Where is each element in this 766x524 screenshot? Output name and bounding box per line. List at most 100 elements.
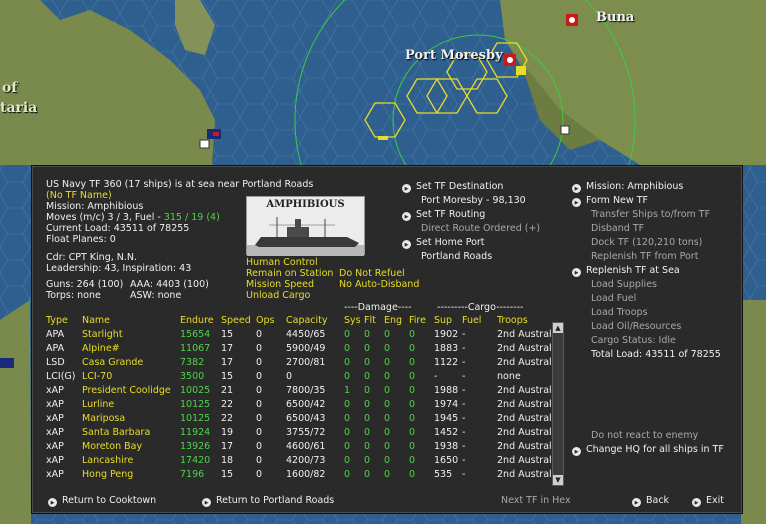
- cell-endure: 11067: [180, 343, 211, 354]
- cell-ops: 0: [256, 371, 263, 382]
- cell-cap: 1600/82: [286, 469, 326, 480]
- cell-cap: 3755/72: [286, 427, 326, 438]
- cell-fire: 0: [409, 413, 416, 424]
- arrow-bullet-icon: [572, 268, 581, 277]
- col-eng[interactable]: Eng: [384, 314, 402, 328]
- cell-name[interactable]: Alpine#: [82, 342, 120, 356]
- cell-troops: 2nd Australi: [497, 455, 555, 466]
- arrow-bullet-icon: [402, 184, 411, 193]
- return-cooktown-button[interactable]: Return to Cooktown: [48, 495, 156, 507]
- ship-class-photo: AMPHIBIOUS: [246, 196, 365, 256]
- cell-sup: -: [434, 371, 438, 382]
- cell-name[interactable]: Starlight: [82, 328, 123, 342]
- cell-sys: 0: [344, 427, 351, 438]
- back-button[interactable]: Back: [632, 495, 669, 507]
- cell-name[interactable]: Lancashire: [82, 454, 133, 468]
- col-speed[interactable]: Speed: [221, 314, 251, 328]
- table-row[interactable]: xAP Mariposa 10125 22 0 6500/43 0 0 0 0 1945- 2nd A…: [46, 412, 566, 426]
- cell-speed: 15: [221, 469, 234, 480]
- cell-fuel: -: [462, 413, 466, 424]
- form-new-tf-button[interactable]: Form New TF: [572, 195, 648, 207]
- col-troops[interactable]: Troops: [497, 314, 528, 328]
- cell-fire: 0: [409, 343, 416, 354]
- cell-name[interactable]: Hong Peng: [82, 468, 133, 482]
- col-fire[interactable]: Fire: [409, 314, 426, 328]
- col-ops[interactable]: Ops: [256, 314, 274, 328]
- table-row[interactable]: xAP Lurline 10125 22 0 6500/42 0 0 0 0 1974- 2nd Au…: [46, 398, 566, 412]
- col-capacity[interactable]: Capacity: [286, 314, 328, 328]
- cell-name[interactable]: Santa Barbara: [82, 426, 150, 440]
- mission-button[interactable]: Mission: Amphibious: [572, 181, 683, 193]
- cell-name[interactable]: LCI-70: [82, 370, 112, 384]
- cell-type: xAP: [46, 399, 64, 410]
- cell-speed: 17: [221, 441, 234, 452]
- tf-float-planes: Float Planes: 0: [46, 234, 116, 245]
- table-scrollbar[interactable]: ▲ ▼: [552, 322, 564, 486]
- table-row[interactable]: xAP Moreton Bay 13926 17 0 4600/61 0 0 0 0 1938- 2n…: [46, 440, 566, 454]
- cell-name[interactable]: Mariposa: [82, 412, 125, 426]
- table-row[interactable]: LSD Casa Grande 7382 17 0 2700/81 0 0 0 0 1122- 2nd…: [46, 356, 566, 370]
- cell-cap: 4600/61: [286, 441, 326, 452]
- cell-name[interactable]: Moreton Bay: [82, 440, 142, 454]
- cell-fire: 0: [409, 455, 416, 466]
- col-name[interactable]: Name: [82, 314, 110, 328]
- cell-sys: 0: [344, 469, 351, 480]
- exit-button[interactable]: Exit: [692, 495, 724, 507]
- map-label-region-b: taria: [0, 100, 38, 116]
- damage-group-header: ----Damage----: [344, 302, 412, 313]
- col-flt[interactable]: Flt: [364, 314, 376, 328]
- cell-name[interactable]: Lurline: [82, 398, 114, 412]
- cell-type: xAP: [46, 469, 64, 480]
- table-row[interactable]: xAP Hong Peng 7196 15 0 1600/82 0 0 0 0 535- 2nd Au…: [46, 468, 566, 482]
- cell-cap: 2700/81: [286, 357, 326, 368]
- cell-sup: 1650: [434, 455, 459, 466]
- cell-cap: 0: [286, 371, 293, 382]
- cell-eng: 0: [384, 343, 391, 354]
- set-home-port-button[interactable]: Set Home Port: [402, 237, 485, 249]
- no-react-option: Do not react to enemy: [591, 430, 699, 441]
- load-supplies-option: Load Supplies: [591, 279, 657, 290]
- arrow-bullet-icon: [48, 498, 57, 507]
- cell-fuel: -: [462, 399, 466, 410]
- cell-speed: 17: [221, 357, 234, 368]
- col-fuel[interactable]: Fuel: [462, 314, 481, 328]
- return-portland-label: Return to Portland Roads: [216, 495, 335, 506]
- cell-endure: 13926: [180, 441, 211, 452]
- ship-silhouette-icon: [247, 217, 364, 256]
- table-row[interactable]: APA Alpine# 11067 17 0 5900/49 0 0 0 0 1883- 2nd Au…: [46, 342, 566, 356]
- cell-ops: 0: [256, 469, 263, 480]
- arrow-bullet-icon: [572, 184, 581, 193]
- table-row[interactable]: LCI(G) LCI-70 3500 15 0 0 0 0 0 0 - - none: [46, 370, 566, 384]
- set-routing-button[interactable]: Set TF Routing: [402, 209, 485, 221]
- cell-eng: 0: [384, 455, 391, 466]
- table-row[interactable]: APA Starlight 15654 15 0 4450/65 0 0 0 0 1902- 2nd …: [46, 328, 566, 342]
- cell-eng: 0: [384, 385, 391, 396]
- replenish-sea-button[interactable]: Replenish TF at Sea: [572, 265, 680, 277]
- cell-type: xAP: [46, 385, 64, 396]
- col-type[interactable]: Type: [46, 314, 68, 328]
- scroll-up-icon[interactable]: ▲: [553, 323, 563, 333]
- table-row[interactable]: xAP Lancashire 17420 18 0 4200/73 0 0 0 0 1650- 2nd…: [46, 454, 566, 468]
- cell-sys: 0: [344, 371, 351, 382]
- table-row[interactable]: xAP Santa Barbara 11924 19 0 3755/72 0 0 0 0 1452-…: [46, 426, 566, 440]
- scroll-down-icon[interactable]: ▼: [553, 475, 563, 485]
- order-unload-cargo[interactable]: Unload Cargo: [246, 290, 310, 302]
- cell-troops: 2nd Australi: [497, 399, 555, 410]
- table-row[interactable]: xAP President Coolidge 10025 21 0 7800/35 1 0 0 0…: [46, 384, 566, 398]
- change-hq-button[interactable]: Change HQ for all ships in TF: [572, 444, 724, 456]
- col-sys[interactable]: Sys: [344, 314, 361, 328]
- col-endure[interactable]: Endure: [180, 314, 214, 328]
- col-sup[interactable]: Sup: [434, 314, 452, 328]
- cell-ops: 0: [256, 329, 263, 340]
- tf-asw: ASW: none: [130, 290, 182, 301]
- cell-name[interactable]: Casa Grande: [82, 356, 143, 370]
- cargo-status: Cargo Status: Idle: [591, 335, 676, 346]
- order-no-auto-disband[interactable]: No Auto-Disband: [339, 279, 419, 291]
- cell-name[interactable]: President Coolidge: [82, 384, 171, 398]
- cell-troops: 2nd Australi: [497, 441, 555, 452]
- home-port-value: Portland Roads: [421, 251, 493, 262]
- return-portland-button[interactable]: Return to Portland Roads: [202, 495, 334, 507]
- cell-sys: 0: [344, 329, 351, 340]
- set-destination-button[interactable]: Set TF Destination: [402, 181, 503, 193]
- form-new-tf-label: Form New TF: [586, 195, 648, 206]
